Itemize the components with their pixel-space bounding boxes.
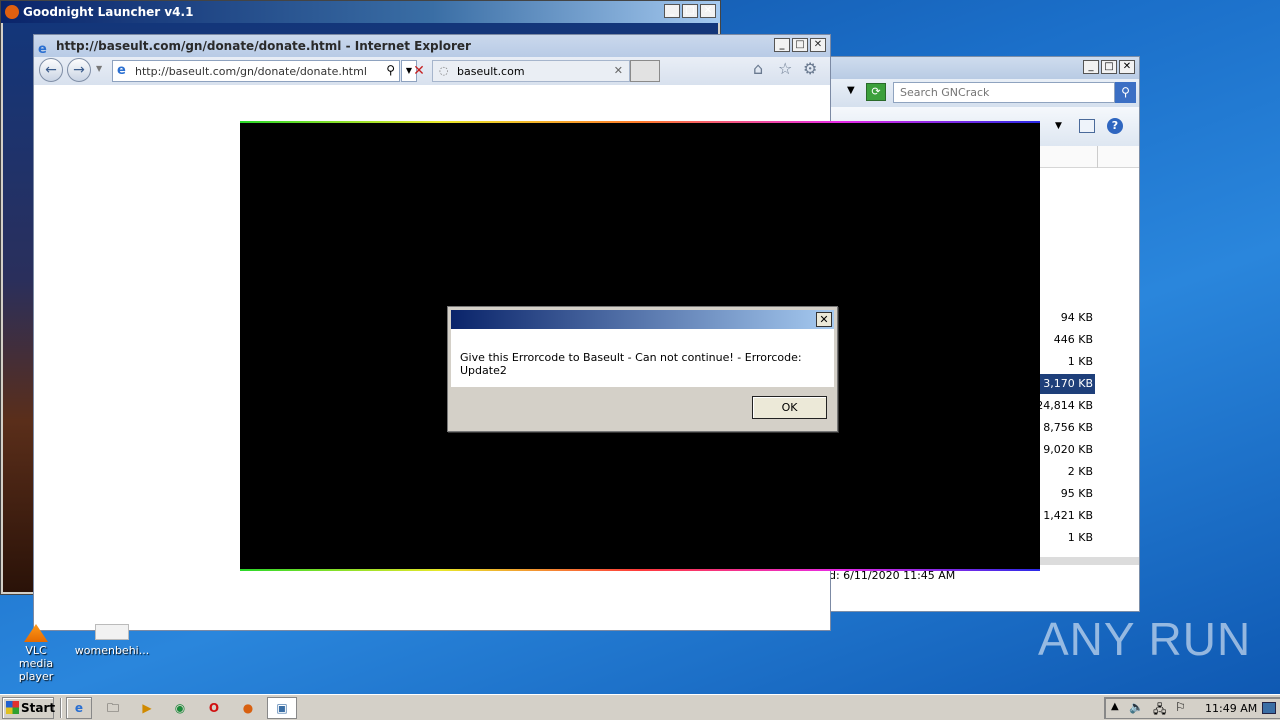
ie-navigation-bar: ← → ▼ e http://baseult.com/gn/donate/don…: [34, 57, 830, 85]
media-player-icon[interactable]: ▶: [137, 698, 157, 718]
refresh-icon[interactable]: ⟳: [866, 83, 886, 101]
minimize-button[interactable]: _: [1083, 60, 1099, 74]
clock[interactable]: 11:49 AM: [1205, 702, 1257, 715]
maximize-button[interactable]: □: [792, 38, 808, 52]
maximize-button[interactable]: □: [1101, 60, 1117, 74]
settings-gear-icon[interactable]: ⚙: [803, 59, 817, 78]
launcher-titlebar[interactable]: Goodnight Launcher v4.1 _ □ ✕: [1, 1, 720, 23]
desktop-icon-vlc[interactable]: VLC media player: [8, 624, 64, 683]
close-button[interactable]: ✕: [700, 4, 716, 18]
search-icon[interactable]: ⚲: [1115, 82, 1136, 103]
preview-pane-icon[interactable]: [1079, 119, 1095, 133]
network-icon[interactable]: 🖧: [1153, 700, 1166, 720]
tab-baseult[interactable]: ◌ baseult.com ✕: [432, 60, 630, 82]
back-icon[interactable]: ←: [39, 58, 63, 82]
search-icon[interactable]: ⚲: [386, 63, 395, 77]
forward-icon[interactable]: →: [67, 58, 91, 82]
minimize-button[interactable]: _: [774, 38, 790, 52]
taskbar-active-window-button[interactable]: ▣: [267, 697, 297, 719]
explorer-address-bar: ▼ ⟳ ⚲: [829, 79, 1139, 107]
desktop-icon-label: womenbehi...: [74, 644, 150, 657]
view-dropdown-icon[interactable]: ▼: [1055, 121, 1062, 131]
dialog-message: Give this Errorcode to Baseult - Can not…: [451, 329, 834, 387]
history-dropdown-icon[interactable]: ▼: [96, 64, 102, 73]
new-tab-button[interactable]: [630, 60, 660, 82]
launcher-title: Goodnight Launcher v4.1: [23, 5, 194, 19]
window-icon: ▣: [276, 701, 288, 715]
favorites-star-icon[interactable]: ☆: [778, 59, 792, 78]
search-input[interactable]: [893, 82, 1115, 103]
file-size-cell[interactable]: 3,170 KB: [1035, 374, 1095, 394]
column-divider: [1097, 146, 1098, 168]
ie-title: http://baseult.com/gn/donate/donate.html…: [56, 39, 471, 53]
show-desktop-icon[interactable]: [1262, 702, 1276, 714]
address-box[interactable]: e http://baseult.com/gn/donate/donate.ht…: [112, 60, 400, 82]
close-button[interactable]: ✕: [1119, 60, 1135, 74]
launcher-app-icon: [5, 5, 19, 19]
document-icon: [95, 624, 129, 640]
ok-button[interactable]: OK: [752, 396, 827, 419]
opera-icon[interactable]: O: [204, 698, 224, 718]
ie-icon: e: [74, 701, 84, 715]
home-icon[interactable]: ⌂: [753, 59, 763, 78]
dropdown-arrow-icon[interactable]: ▼: [847, 85, 855, 96]
page-icon: e: [117, 63, 126, 78]
stop-icon[interactable]: ✕: [408, 60, 430, 82]
launcher-icon[interactable]: ●: [238, 698, 258, 718]
taskbar-divider: [60, 698, 62, 718]
system-tray: ▲ 🔈 🖧 ⚐ 11:49 AM: [1104, 697, 1280, 719]
minimize-button[interactable]: _: [664, 4, 680, 18]
windows-logo-icon: [6, 701, 19, 714]
explorer-icon[interactable]: 🗀: [103, 698, 123, 718]
tab-label: baseult.com: [457, 65, 525, 78]
action-center-flag-icon[interactable]: ⚐: [1175, 700, 1186, 714]
ie-titlebar[interactable]: e http://baseult.com/gn/donate/donate.ht…: [34, 35, 830, 57]
watermark: ANY RUN: [1038, 613, 1252, 665]
loading-icon: ◌: [439, 64, 449, 77]
rainbow-border-bottom: [240, 569, 1040, 571]
rainbow-border-top: [240, 121, 1040, 123]
error-dialog: ✕ Give this Errorcode to Baseult - Can n…: [447, 306, 838, 432]
help-icon[interactable]: ?: [1107, 118, 1123, 134]
taskbar: Start e 🗀 ▶ ◉ O ● ▣ ▲ 🔈 🖧 ⚐ 11:49 AM: [0, 694, 1280, 720]
start-button[interactable]: Start: [2, 697, 56, 719]
tab-close-icon[interactable]: ✕: [614, 64, 623, 77]
taskbar-ie-button[interactable]: e: [66, 697, 92, 719]
dialog-close-icon[interactable]: ✕: [816, 312, 832, 327]
desktop-icon-label: VLC media player: [18, 644, 54, 683]
vlc-icon: [24, 624, 48, 642]
chrome-icon[interactable]: ◉: [170, 698, 190, 718]
dialog-titlebar[interactable]: ✕: [451, 310, 834, 329]
maximize-button[interactable]: □: [682, 4, 698, 18]
explorer-titlebar[interactable]: _ □ ✕: [829, 57, 1139, 79]
url-text[interactable]: http://baseult.com/gn/donate/donate.html: [135, 65, 367, 78]
volume-icon[interactable]: 🔈: [1129, 700, 1144, 714]
desktop-icon-document[interactable]: womenbehi...: [74, 624, 150, 657]
start-label: Start: [21, 701, 56, 715]
tray-expand-icon[interactable]: ▲: [1111, 701, 1119, 712]
close-button[interactable]: ✕: [810, 38, 826, 52]
